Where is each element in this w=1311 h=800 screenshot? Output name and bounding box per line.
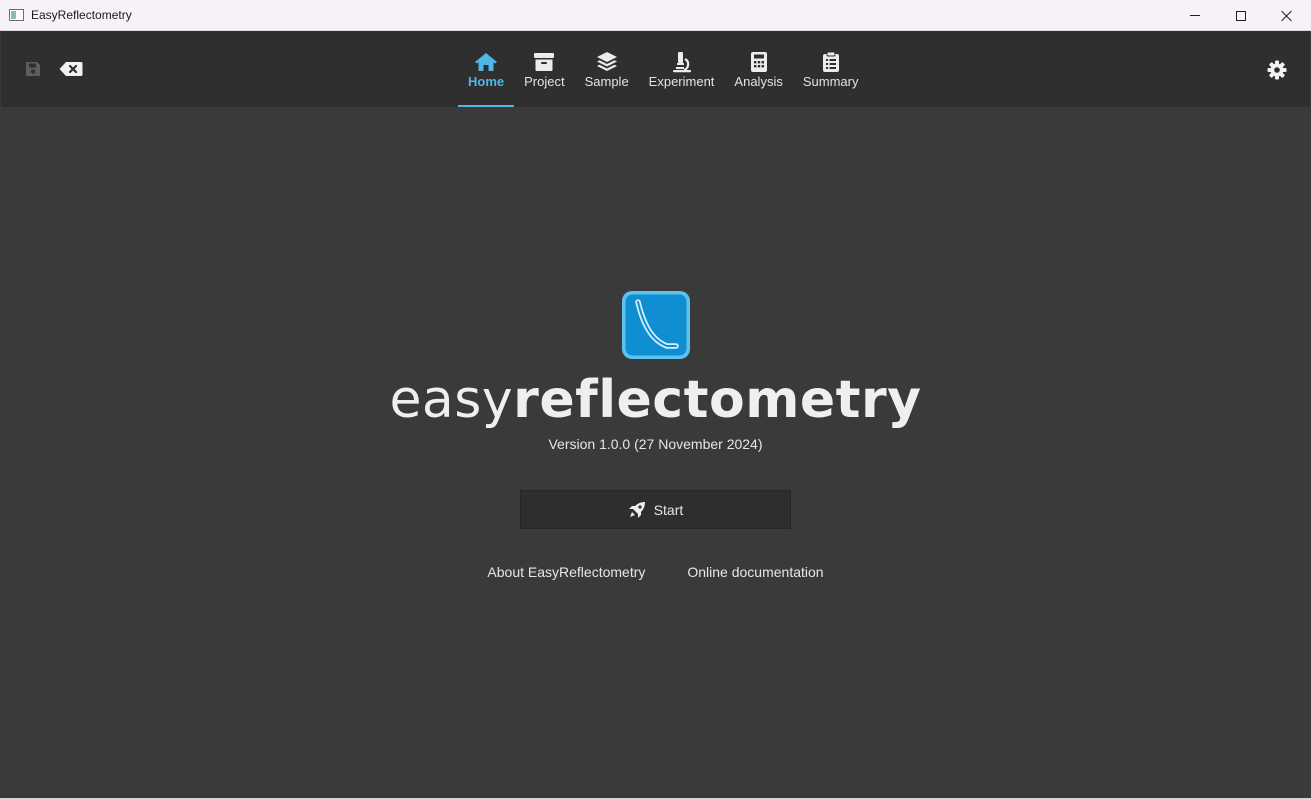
version-text: Version 1.0.0 (27 November 2024) xyxy=(548,436,763,452)
home-links: About EasyReflectometry Online documenta… xyxy=(1,564,1310,580)
archive-icon xyxy=(534,53,555,71)
reset-project-button[interactable] xyxy=(59,57,83,81)
maximize-button[interactable] xyxy=(1218,0,1264,31)
app-logo xyxy=(621,290,691,360)
app-brand-title: easyreflectometry xyxy=(1,365,1310,435)
left-tools xyxy=(21,57,83,81)
gear-icon xyxy=(1267,60,1287,80)
window-titlebar: EasyReflectometry xyxy=(0,0,1311,31)
app-window-icon xyxy=(9,9,24,21)
main-tabs: Home Project Sample Experiment Analysis … xyxy=(458,31,868,107)
tab-home[interactable]: Home xyxy=(458,31,515,107)
backspace-icon xyxy=(59,62,83,76)
tab-analysis-label: Analysis xyxy=(734,74,783,89)
settings-button[interactable] xyxy=(1265,58,1289,82)
tab-analysis[interactable]: Analysis xyxy=(724,31,792,107)
tab-sample[interactable]: Sample xyxy=(575,31,639,107)
clipboard-icon xyxy=(822,51,839,72)
tab-project[interactable]: Project xyxy=(514,31,574,107)
documentation-link[interactable]: Online documentation xyxy=(687,564,823,580)
start-button[interactable]: Start xyxy=(520,490,791,529)
save-project-button[interactable] xyxy=(21,57,45,81)
minimize-icon xyxy=(1190,15,1200,16)
close-icon xyxy=(1281,10,1293,22)
layers-icon xyxy=(596,52,617,71)
maximize-icon xyxy=(1236,10,1246,21)
tab-home-label: Home xyxy=(468,74,505,89)
rocket-icon xyxy=(628,501,645,518)
tab-summary-label: Summary xyxy=(802,74,859,89)
tab-project-label: Project xyxy=(524,74,565,89)
close-window-button[interactable] xyxy=(1264,0,1310,31)
home-page: easyreflectometry Version 1.0.0 (27 Nove… xyxy=(1,107,1310,798)
tab-experiment-label: Experiment xyxy=(648,74,715,89)
calculator-icon xyxy=(750,52,767,72)
home-icon xyxy=(475,53,498,71)
tab-experiment[interactable]: Experiment xyxy=(639,31,725,107)
microscope-icon xyxy=(672,52,691,73)
tab-summary[interactable]: Summary xyxy=(793,31,869,107)
brand-bold-text: reflectometry xyxy=(513,370,922,430)
tab-sample-label: Sample xyxy=(584,74,629,89)
save-icon xyxy=(26,62,40,76)
app-toolbar: Home Project Sample Experiment Analysis … xyxy=(1,31,1310,107)
brand-light-text: easy xyxy=(389,370,514,430)
about-link[interactable]: About EasyReflectometry xyxy=(487,564,645,580)
start-label: Start xyxy=(653,501,684,518)
minimize-button[interactable] xyxy=(1172,0,1218,31)
window-title: EasyReflectometry xyxy=(31,8,132,22)
